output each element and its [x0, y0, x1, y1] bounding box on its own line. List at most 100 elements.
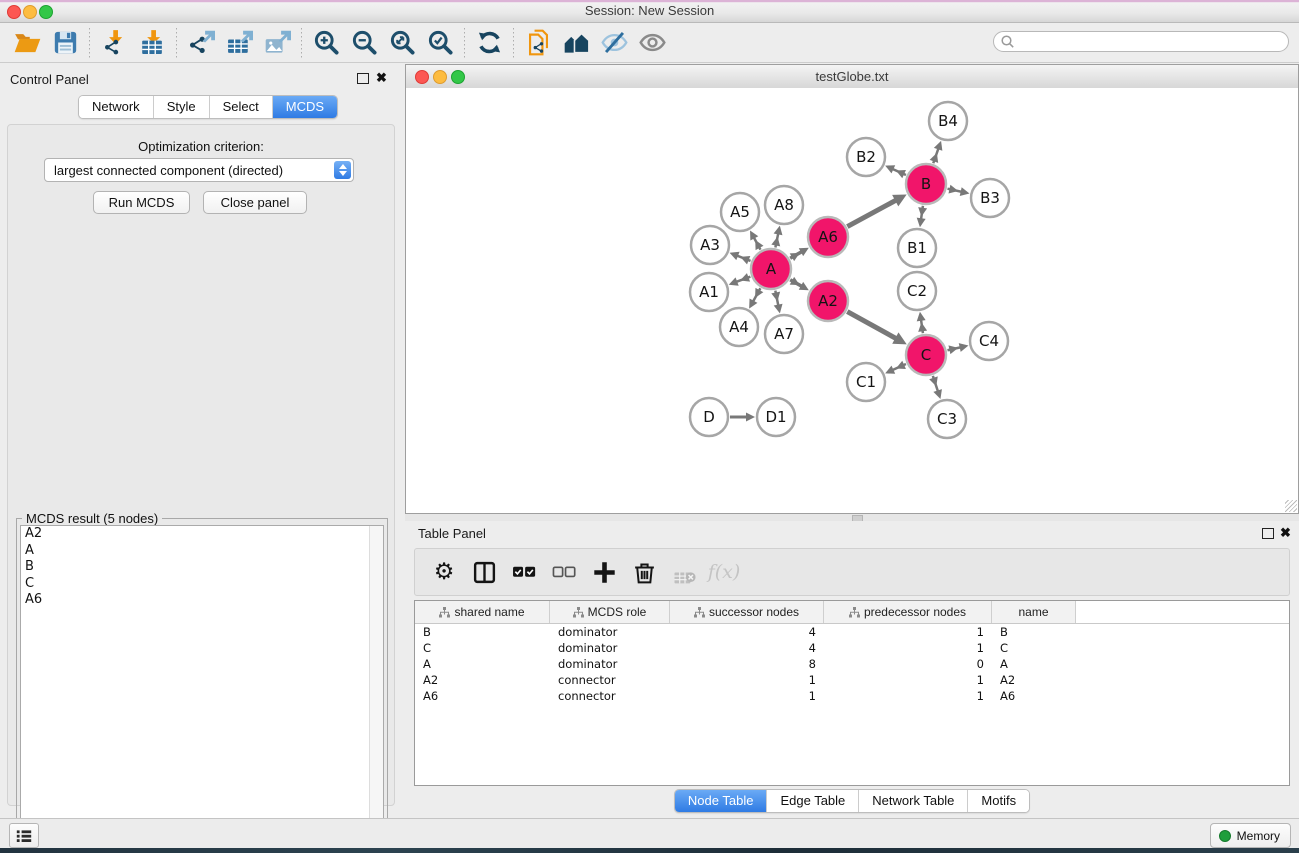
table-cell[interactable]: B: [415, 625, 550, 639]
edge-A2-C[interactable]: [847, 312, 898, 340]
table-cell[interactable]: B: [992, 625, 1076, 639]
edge-arrowhead-icon: [933, 389, 942, 399]
table-cell[interactable]: 8: [670, 657, 824, 671]
tab-node-table[interactable]: Node Table: [675, 790, 768, 812]
result-item[interactable]: A6: [21, 592, 383, 609]
result-item[interactable]: C: [21, 576, 383, 593]
table-cell[interactable]: A6: [415, 689, 550, 703]
export-image-icon[interactable]: [258, 28, 296, 58]
task-history-button[interactable]: [9, 823, 39, 848]
zoom-in-icon[interactable]: [307, 28, 345, 58]
network-canvas[interactable]: B4B2BB3A8A5A6A3B1AC2A1A2A4A7C4CC1C3DD1: [406, 88, 1298, 513]
table-cell[interactable]: A2: [415, 673, 550, 687]
edge-arrowhead-icon: [960, 187, 970, 196]
resize-grip-icon[interactable]: [1285, 500, 1297, 512]
table-cell[interactable]: C: [992, 641, 1076, 655]
table-cell[interactable]: 1: [670, 689, 824, 703]
export-table-icon[interactable]: [220, 28, 258, 58]
float-panel-icon[interactable]: [357, 73, 369, 84]
tab-network-table[interactable]: Network Table: [859, 790, 968, 812]
column-header-MCDS-role[interactable]: MCDS role: [550, 601, 670, 623]
table-cell[interactable]: 1: [824, 673, 992, 687]
close-panel-button[interactable]: Close panel: [203, 191, 307, 214]
refresh-view-icon[interactable]: [470, 28, 508, 58]
table-cell[interactable]: 1: [824, 625, 992, 639]
tab-motifs[interactable]: Motifs: [968, 790, 1029, 812]
table-row[interactable]: A2connector11A2: [415, 672, 1289, 688]
table-row[interactable]: Adominator80A: [415, 656, 1289, 672]
result-item[interactable]: A2: [21, 526, 383, 543]
export-network-icon[interactable]: [182, 28, 220, 58]
table-cell[interactable]: 0: [824, 657, 992, 671]
delete-columns-icon[interactable]: [627, 557, 661, 587]
table-cell[interactable]: 1: [824, 641, 992, 655]
table-row[interactable]: A6connector11A6: [415, 688, 1289, 704]
table-cell[interactable]: C: [415, 641, 550, 655]
graph-node-label-A5: A5: [730, 203, 750, 221]
table-cell[interactable]: 4: [670, 641, 824, 655]
tab-select[interactable]: Select: [210, 96, 273, 118]
zoom-fit-icon[interactable]: [383, 28, 421, 58]
houses-icon[interactable]: [557, 28, 595, 58]
function-builder-icon: f(x): [707, 557, 741, 587]
criterion-dropdown[interactable]: largest connected component (directed): [44, 158, 354, 182]
column-header-name[interactable]: name: [992, 601, 1076, 623]
zoom-out-icon[interactable]: [345, 28, 383, 58]
edge-arrowhead-icon: [934, 141, 942, 151]
table-row[interactable]: Cdominator41C: [415, 640, 1289, 656]
table-cell[interactable]: A2: [992, 673, 1076, 687]
table-cell[interactable]: A: [992, 657, 1076, 671]
network-graph[interactable]: B4B2BB3A8A5A6A3B1AC2A1A2A4A7C4CC1C3DD1: [406, 88, 1298, 513]
select-all-columns-icon[interactable]: [507, 557, 541, 587]
tab-network[interactable]: Network: [79, 96, 154, 118]
show-details-icon[interactable]: [633, 28, 671, 58]
table-cell[interactable]: A6: [992, 689, 1076, 703]
column-header-predecessor-nodes[interactable]: predecessor nodes: [824, 601, 992, 623]
deselect-all-columns-icon[interactable]: [547, 557, 581, 587]
edge-A6-B[interactable]: [847, 199, 898, 226]
import-network-icon[interactable]: [95, 28, 133, 58]
documents-share-icon[interactable]: [519, 28, 557, 58]
table-cell[interactable]: connector: [550, 689, 670, 703]
table-mode-gear-icon[interactable]: ⚙: [427, 557, 461, 587]
show-columns-icon[interactable]: [467, 557, 501, 587]
table-cell[interactable]: dominator: [550, 641, 670, 655]
table-float-panel-icon[interactable]: [1262, 528, 1274, 539]
save-session-icon[interactable]: [46, 28, 84, 58]
table-cell[interactable]: A: [415, 657, 550, 671]
mcds-result-list[interactable]: A2ABCA6: [20, 525, 384, 853]
result-item[interactable]: B: [21, 559, 383, 576]
table-cell[interactable]: 4: [670, 625, 824, 639]
table-cell[interactable]: connector: [550, 673, 670, 687]
column-label: shared name: [454, 605, 524, 619]
search-field[interactable]: [993, 31, 1289, 52]
search-input[interactable]: [1015, 33, 1288, 51]
import-table-icon[interactable]: [133, 28, 171, 58]
table-cell[interactable]: 1: [824, 689, 992, 703]
tab-edge-table[interactable]: Edge Table: [767, 790, 859, 812]
graph-node-label-B1: B1: [907, 239, 927, 257]
table-cell[interactable]: 1: [670, 673, 824, 687]
table-cell[interactable]: dominator: [550, 657, 670, 671]
memory-button[interactable]: Memory: [1210, 823, 1291, 848]
result-item[interactable]: A: [21, 543, 383, 560]
titlebar: Session: New Session: [0, 0, 1299, 23]
run-mcds-button[interactable]: Run MCDS: [93, 191, 190, 214]
tab-mcds[interactable]: MCDS: [273, 96, 337, 118]
column-header-successor-nodes[interactable]: successor nodes: [670, 601, 824, 623]
graph-node-label-B3: B3: [980, 189, 1000, 207]
split-divider[interactable]: [405, 514, 1299, 521]
hide-details-icon[interactable]: [595, 28, 633, 58]
close-panel-icon[interactable]: ✖: [376, 70, 387, 86]
tab-style[interactable]: Style: [154, 96, 210, 118]
create-column-icon[interactable]: [587, 557, 621, 587]
table-row[interactable]: Bdominator41B: [415, 624, 1289, 640]
open-file-icon[interactable]: [8, 28, 46, 58]
result-scrollbar[interactable]: [369, 526, 383, 853]
network-window-titlebar[interactable]: testGlobe.txt: [406, 65, 1298, 89]
table-cell[interactable]: dominator: [550, 625, 670, 639]
column-header-shared-name[interactable]: shared name: [415, 601, 550, 623]
table-close-panel-icon[interactable]: ✖: [1280, 525, 1291, 541]
zoom-selected-icon[interactable]: [421, 28, 459, 58]
node-table[interactable]: shared name MCDS rolesuccessor nodesprede…: [414, 600, 1290, 786]
